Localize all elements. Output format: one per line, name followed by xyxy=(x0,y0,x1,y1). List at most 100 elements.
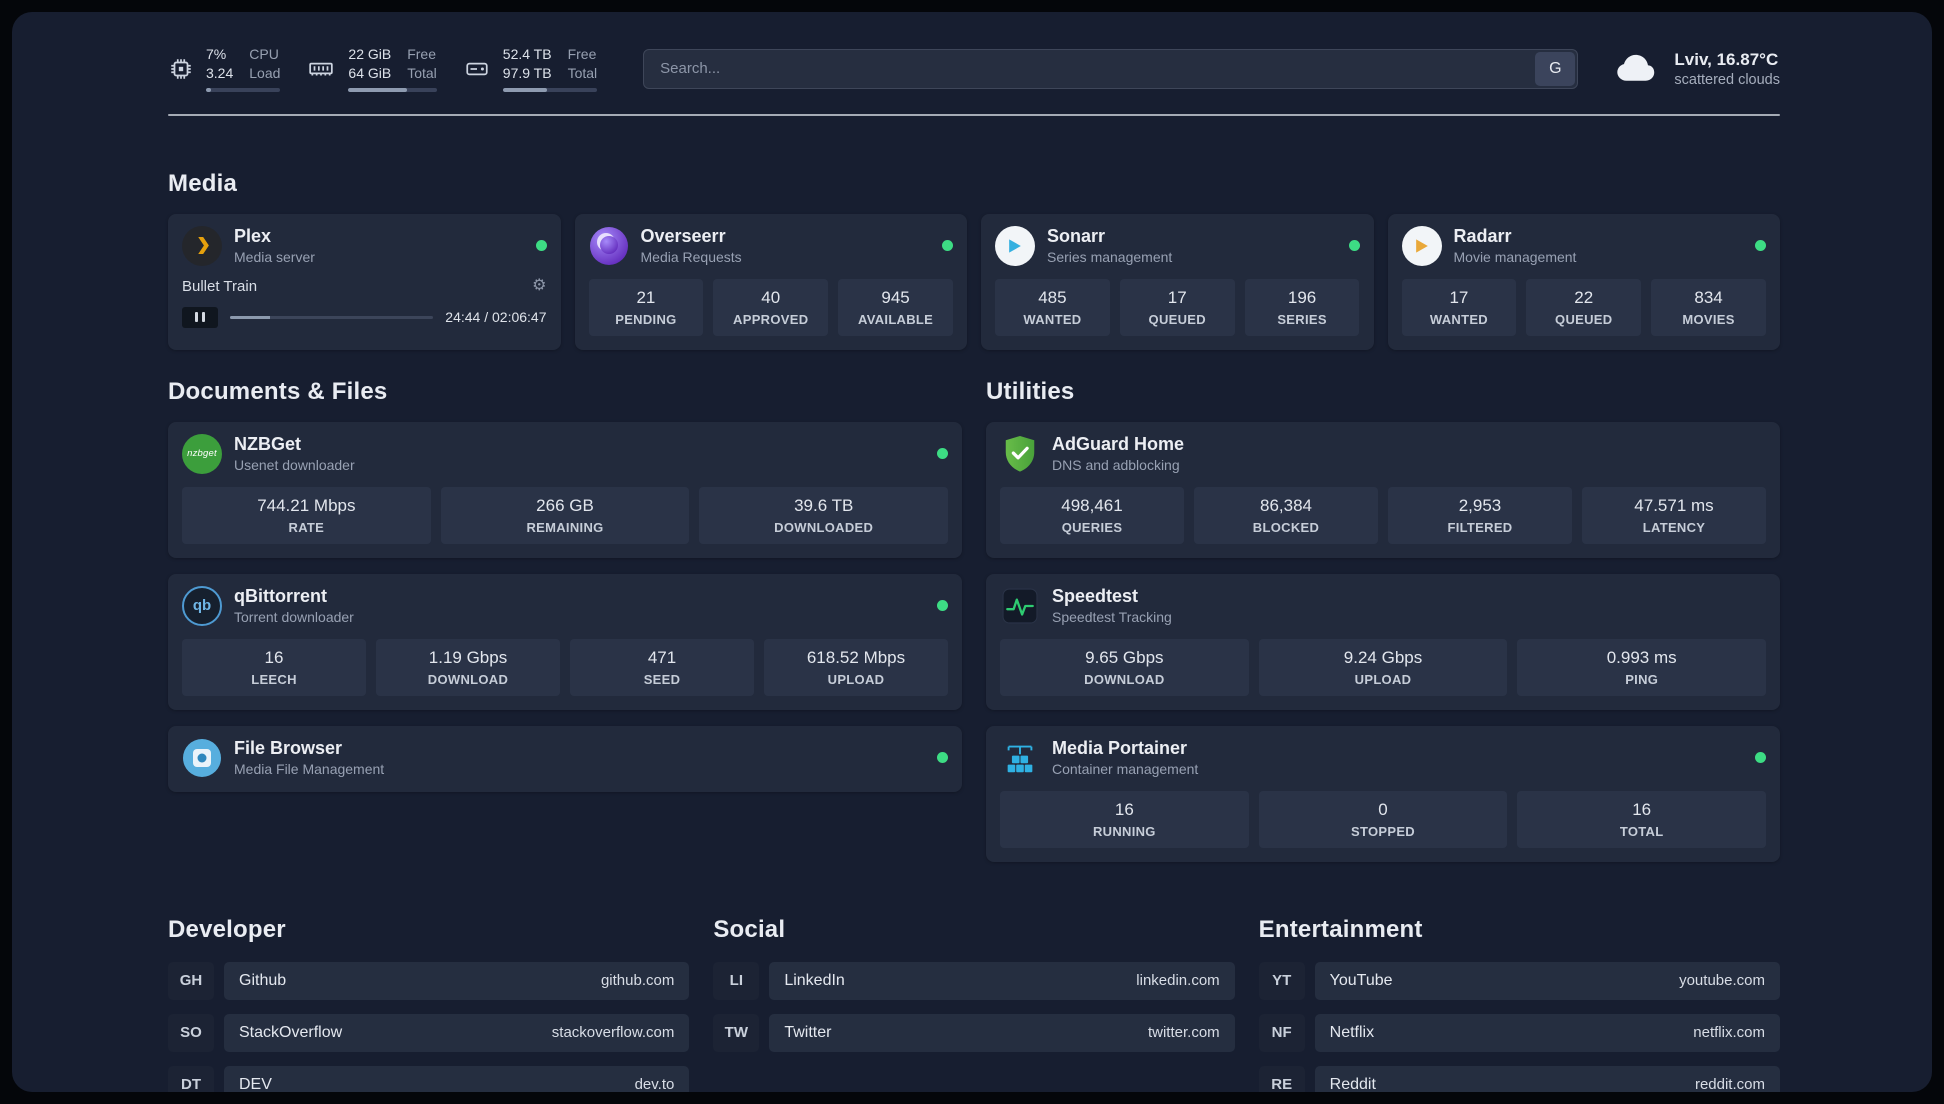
app-card-filebrowser[interactable]: File Browser Media File Management xyxy=(168,725,962,792)
bookmark-reddit[interactable]: RE Reddit reddit.com xyxy=(1258,1065,1780,1092)
app-card-sonarr[interactable]: Sonarr Series management 485 WANTED 17 Q… xyxy=(981,213,1374,350)
bookmark-dev[interactable]: DT DEV dev.to xyxy=(168,1065,690,1092)
disk-icon xyxy=(463,56,491,82)
stat-label: APPROVED xyxy=(733,311,809,327)
section-title-developer: Developer xyxy=(168,915,286,943)
stat-value: 17 xyxy=(1167,287,1187,307)
bookmark-netflix[interactable]: NF Netflix netflix.com xyxy=(1258,1013,1780,1052)
gear-icon[interactable]: ⚙ xyxy=(532,278,546,294)
app-card-plex[interactable]: Plex Media server Bullet Train ⚙ 24:44 /… xyxy=(168,213,561,350)
stat-tile: 485 WANTED xyxy=(995,278,1110,336)
stat-tile: 16 RUNNING xyxy=(1000,790,1249,848)
stat-value: 9.65 Gbps xyxy=(1085,647,1164,667)
stat-label: RUNNING xyxy=(1092,823,1156,839)
stat-tile: 9.24 Gbps UPLOAD xyxy=(1258,638,1508,696)
stat-tile: 2,953 FILTERED xyxy=(1388,486,1572,544)
plex-icon xyxy=(182,225,222,266)
app-name: Overseerr xyxy=(640,226,726,247)
weather-widget[interactable]: Lviv, 16.87°C scattered clouds xyxy=(1614,50,1780,88)
bookmark-twitter[interactable]: TW Twitter twitter.com xyxy=(713,1013,1235,1052)
playback-progress-bar[interactable] xyxy=(230,315,434,319)
stat-tile: 21 PENDING xyxy=(588,278,704,336)
bookmark-bar: Netflix netflix.com xyxy=(1314,1013,1780,1052)
cpu-load-value: 3.24 xyxy=(206,64,234,81)
stat-value: 16 xyxy=(1632,799,1652,819)
app-card-overseerr[interactable]: Overseerr Media Requests 21 PENDING 40 A… xyxy=(574,213,967,350)
bookmark-name: LinkedIn xyxy=(784,971,845,989)
app-card-nzbget[interactable]: nzbget NZBGet Usenet downloader 744.21 M… xyxy=(168,421,962,558)
stat-value: 485 xyxy=(1038,287,1067,307)
stat-label: QUERIES xyxy=(1061,519,1123,535)
search-engine-button[interactable]: G xyxy=(1535,51,1576,86)
bookmark-group-social: Social LI LinkedIn linkedin.com TW Twitt… xyxy=(713,915,1235,1092)
bookmark-url: netflix.com xyxy=(1693,1024,1765,1042)
stat-value: 86,384 xyxy=(1260,495,1312,515)
bookmark-name: Reddit xyxy=(1329,1075,1376,1092)
media-row: Plex Media server Bullet Train ⚙ 24:44 /… xyxy=(168,213,1780,350)
bookmark-abbr: RE xyxy=(1258,1065,1305,1092)
stat-value: 17 xyxy=(1449,287,1469,307)
app-desc: Movie management xyxy=(1453,249,1577,266)
bookmark-linkedin[interactable]: LI LinkedIn linkedin.com xyxy=(713,961,1235,1000)
stat-value: 47.571 ms xyxy=(1634,495,1714,515)
bookmark-group-entertainment: Entertainment YT YouTube youtube.com NF … xyxy=(1258,915,1780,1092)
stat-label: WANTED xyxy=(1429,311,1488,327)
app-card-portainer[interactable]: Media Portainer Container management 16 … xyxy=(986,725,1780,862)
stat-tile: 40 APPROVED xyxy=(713,278,829,336)
memory-free-label: Free xyxy=(407,46,437,62)
app-name: Media Portainer xyxy=(1052,738,1188,759)
app-card-radarr[interactable]: Radarr Movie management 17 WANTED 22 QUE… xyxy=(1387,213,1780,350)
stat-label: BLOCKED xyxy=(1252,519,1320,535)
bookmark-abbr: LI xyxy=(713,961,760,1000)
bookmark-youtube[interactable]: YT YouTube youtube.com xyxy=(1258,961,1780,1000)
stat-tile: 744.21 Mbps RATE xyxy=(182,486,431,544)
app-card-qbittorrent[interactable]: qb qBittorrent Torrent downloader 16 LEE… xyxy=(168,573,962,710)
stat-value: 22 xyxy=(1574,287,1594,307)
disk-metric: 52.4 TB 97.9 TB Free Total xyxy=(463,46,598,92)
app-card-adguard[interactable]: AdGuard Home DNS and adblocking 498,461 … xyxy=(986,421,1780,558)
bookmark-github[interactable]: GH Github github.com xyxy=(168,961,690,1000)
stat-tile: 39.6 TB DOWNLOADED xyxy=(699,486,949,544)
topbar: 7% 3.24 CPU Load 22 GiB 64 GiB Free Tota… xyxy=(168,46,1780,92)
stat-value: 0.993 ms xyxy=(1606,647,1677,667)
stat-label: RATE xyxy=(288,519,325,535)
stat-value: 618.52 Mbps xyxy=(806,647,906,667)
stat-value: 16 xyxy=(1114,799,1134,819)
playback-time: 24:44 / 02:06:47 xyxy=(445,309,547,326)
stat-value: 471 xyxy=(647,647,677,667)
stat-tile: 834 MOVIES xyxy=(1651,278,1766,336)
app-desc: Container management xyxy=(1052,761,1199,778)
stat-value: 16 xyxy=(264,647,284,667)
bookmark-name: DEV xyxy=(239,1075,272,1092)
status-dot xyxy=(937,448,948,460)
bookmark-name: Github xyxy=(239,971,287,989)
search-input[interactable] xyxy=(643,48,1579,89)
filebrowser-icon xyxy=(182,738,222,778)
stat-tile: 16 TOTAL xyxy=(1517,790,1767,848)
topbar-divider xyxy=(168,113,1780,116)
bookmark-abbr: TW xyxy=(713,1013,760,1052)
stat-tile: 196 SERIES xyxy=(1244,278,1360,336)
stat-value: 2,953 xyxy=(1458,495,1502,515)
app-desc: DNS and adblocking xyxy=(1052,457,1180,474)
weather-condition: scattered clouds xyxy=(1674,71,1780,88)
bookmark-abbr: YT xyxy=(1258,961,1305,1000)
bookmark-url: linkedin.com xyxy=(1136,972,1220,990)
section-title-social: Social xyxy=(713,915,786,943)
stat-label: DOWNLOAD xyxy=(1084,671,1165,687)
status-dot xyxy=(942,240,953,252)
stat-value: 40 xyxy=(761,287,781,307)
qbittorrent-icon: qb xyxy=(182,585,222,626)
stat-label: LATENCY xyxy=(1642,519,1706,535)
stat-label: TOTAL xyxy=(1619,823,1664,839)
bookmark-stackoverflow[interactable]: SO StackOverflow stackoverflow.com xyxy=(168,1013,690,1052)
bookmark-url: reddit.com xyxy=(1694,1076,1765,1092)
radarr-icon xyxy=(1401,225,1442,266)
pause-button[interactable] xyxy=(182,306,218,328)
bookmark-abbr: DT xyxy=(168,1065,214,1092)
stat-tile: 618.52 Mbps UPLOAD xyxy=(764,638,948,696)
plex-now-playing: Bullet Train ⚙ 24:44 / 02:06:47 xyxy=(182,278,547,328)
app-card-speedtest[interactable]: Speedtest Speedtest Tracking 9.65 Gbps D… xyxy=(986,573,1780,710)
cpu-load-label: Load xyxy=(249,64,281,81)
section-title-entertainment: Entertainment xyxy=(1258,915,1423,943)
